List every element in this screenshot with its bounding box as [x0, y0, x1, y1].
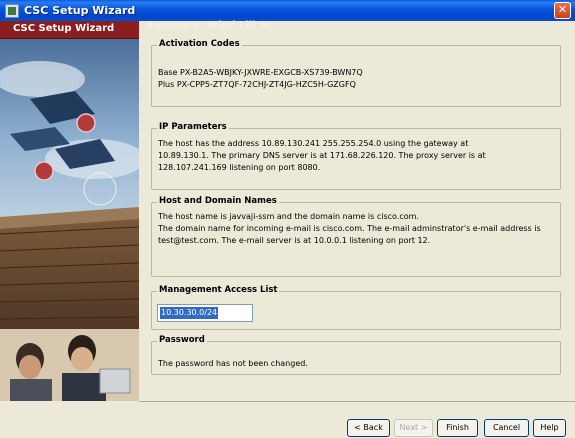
ip-parameters-body: The host has the address 10.89.130.241 2… [158, 138, 554, 174]
page-heading-ghost: Summary: Wind Lili St [146, 20, 272, 31]
sidebar-header: CSC Setup Wizard [0, 21, 139, 39]
host-line: test@test.com. The e-mail server is at 1… [158, 236, 431, 245]
next-button[interactable]: Next > [394, 419, 433, 437]
footer-divider [139, 401, 575, 402]
password-status-text: The password has not been changed. [158, 359, 308, 368]
activation-code-base: Base PX-B2A5-WBJKY-JXWRE-EXGCB-XS739-BWN… [158, 68, 363, 77]
host-line: The host name is javvaji-ssm and the dom… [158, 212, 419, 221]
management-access-list-field[interactable]: 10.30.30.0/24 [157, 304, 253, 322]
help-button[interactable]: Help [533, 419, 566, 437]
password-title: Password [157, 335, 207, 345]
host-line: The domain name for incoming e-mail is c… [158, 224, 541, 233]
app-icon [5, 3, 19, 18]
activation-code-plus: Plus PX-CPP5-ZT7QF-72CHJ-ZT4JG-HZC5H-GZG… [158, 80, 356, 89]
password-group: Password The password has not been chang… [151, 335, 561, 375]
ip-line: The host has the address 10.89.130.241 2… [158, 139, 469, 148]
back-button[interactable]: < Back [347, 419, 390, 437]
ip-parameters-group: IP Parameters The host has the address 1… [151, 122, 561, 190]
ip-line: 128.107.241.169 listening on port 8080. [158, 163, 321, 172]
management-access-group: Management Access List 10.30.30.0/24 [151, 285, 561, 330]
cancel-button[interactable]: Cancel [484, 419, 529, 437]
close-button[interactable]: ✕ [554, 2, 571, 19]
ip-line: 10.89.130.1. The primary DNS server is a… [158, 151, 486, 160]
host-domain-title: Host and Domain Names [157, 196, 279, 206]
host-domain-group: Host and Domain Names The host name is j… [151, 196, 561, 277]
management-access-title: Management Access List [157, 285, 280, 295]
activation-codes-group: Activation Codes Base PX-B2A5-WBJKY-JXWR… [151, 39, 561, 107]
activation-codes-title: Activation Codes [157, 39, 242, 49]
window-title: CSC Setup Wizard [24, 4, 136, 17]
sidebar-illustration [0, 39, 139, 401]
wizard-sidebar: CSC Setup Wizard [0, 21, 139, 401]
title-bar: CSC Setup Wizard ✕ [0, 0, 575, 21]
management-access-list-value: 10.30.30.0/24 [160, 307, 219, 319]
host-domain-body: The host name is javvaji-ssm and the dom… [158, 211, 554, 247]
ip-parameters-title: IP Parameters [157, 122, 229, 132]
finish-button[interactable]: Finish [437, 419, 478, 437]
activation-codes-body: Base PX-B2A5-WBJKY-JXWRE-EXGCB-XS739-BWN… [158, 67, 554, 91]
